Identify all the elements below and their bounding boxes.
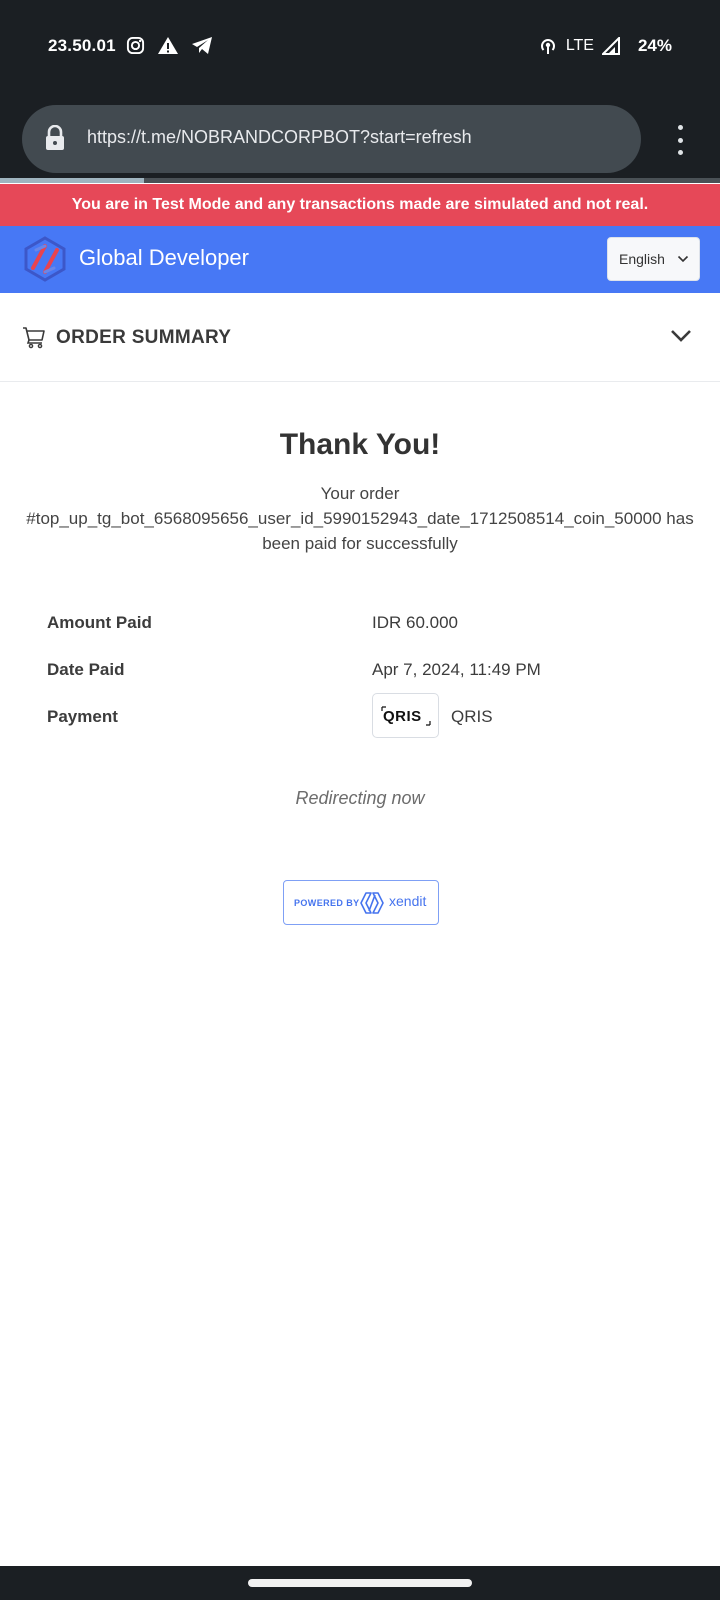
hotspot-icon bbox=[540, 39, 555, 54]
xendit-logo-icon bbox=[360, 892, 384, 914]
payment-label: Payment bbox=[47, 707, 118, 726]
browser-chrome: 23.50.01 LTE 24% https://t.me/NOBRANDCOR… bbox=[0, 0, 720, 180]
page-load-progress bbox=[0, 178, 720, 183]
telegram-icon bbox=[192, 37, 212, 54]
status-time: 23.50.01 bbox=[48, 36, 116, 55]
signal-icon bbox=[601, 37, 620, 55]
amount-paid-row: Amount Paid IDR 60.000 bbox=[47, 608, 687, 655]
powered-by-label: POWERED BY bbox=[294, 898, 360, 908]
merchant-header: Global Developer English bbox=[0, 226, 720, 293]
system-nav-bar bbox=[0, 1566, 720, 1600]
redirect-status: Redirecting now bbox=[295, 788, 425, 808]
url-text[interactable]: https://t.me/NOBRANDCORPBOT?start=refres… bbox=[87, 127, 472, 148]
svg-text:QRIS: QRIS bbox=[383, 708, 422, 725]
amount-paid-label: Amount Paid bbox=[47, 613, 152, 632]
merchant-logo-icon bbox=[24, 236, 66, 282]
lock-icon[interactable] bbox=[44, 125, 66, 151]
qris-logo-box: QRIS bbox=[372, 693, 439, 738]
status-bar: 23.50.01 LTE 24% bbox=[0, 0, 720, 96]
amount-paid-value: IDR 60.000 bbox=[372, 613, 458, 632]
battery-level: 24% bbox=[637, 36, 672, 55]
merchant-name: Global Developer bbox=[79, 245, 249, 270]
payment-details: Amount Paid IDR 60.000 Date Paid Apr 7, … bbox=[47, 608, 687, 762]
message-prefix: Your order bbox=[320, 484, 400, 503]
chevron-down-icon[interactable] bbox=[677, 255, 689, 263]
qris-logo: QRIS bbox=[381, 706, 431, 726]
warning-icon bbox=[158, 37, 178, 54]
language-select[interactable]: English bbox=[607, 237, 700, 281]
network-type: LTE bbox=[565, 37, 594, 54]
address-bar[interactable]: https://t.me/NOBRANDCORPBOT?start=refres… bbox=[22, 105, 641, 173]
language-label[interactable]: English bbox=[619, 251, 665, 267]
notification-icons bbox=[126, 36, 213, 55]
payment-method-name: QRIS bbox=[451, 707, 493, 726]
date-paid-label: Date Paid bbox=[47, 660, 125, 679]
cart-icon bbox=[23, 327, 45, 349]
home-gesture-handle[interactable] bbox=[248, 1579, 472, 1587]
order-summary-label[interactable]: ORDER SUMMARY bbox=[56, 327, 231, 349]
test-mode-banner: You are in Test Mode and any transaction… bbox=[0, 184, 720, 226]
page-title: Thank You! bbox=[279, 428, 441, 461]
instagram-icon bbox=[126, 36, 145, 55]
order-id: #top_up_tg_bot_6568095656_user_id_599015… bbox=[26, 509, 662, 528]
payment-row: Payment QRIS QRIS bbox=[47, 693, 687, 762]
powered-by-badge[interactable]: POWERED BY xendit bbox=[283, 880, 439, 925]
provider-name: xendit bbox=[389, 893, 427, 909]
date-paid-row: Date Paid Apr 7, 2024, 11:49 PM bbox=[47, 655, 687, 702]
order-summary-toggle[interactable]: ORDER SUMMARY bbox=[0, 293, 720, 382]
order-confirmation-message: Your order #top_up_tg_bot_6568095656_use… bbox=[20, 481, 700, 556]
status-right: LTE 24% bbox=[538, 36, 672, 56]
browser-menu-icon[interactable] bbox=[670, 125, 690, 155]
date-paid-value: Apr 7, 2024, 11:49 PM bbox=[372, 660, 541, 679]
chevron-down-icon[interactable] bbox=[670, 329, 692, 343]
